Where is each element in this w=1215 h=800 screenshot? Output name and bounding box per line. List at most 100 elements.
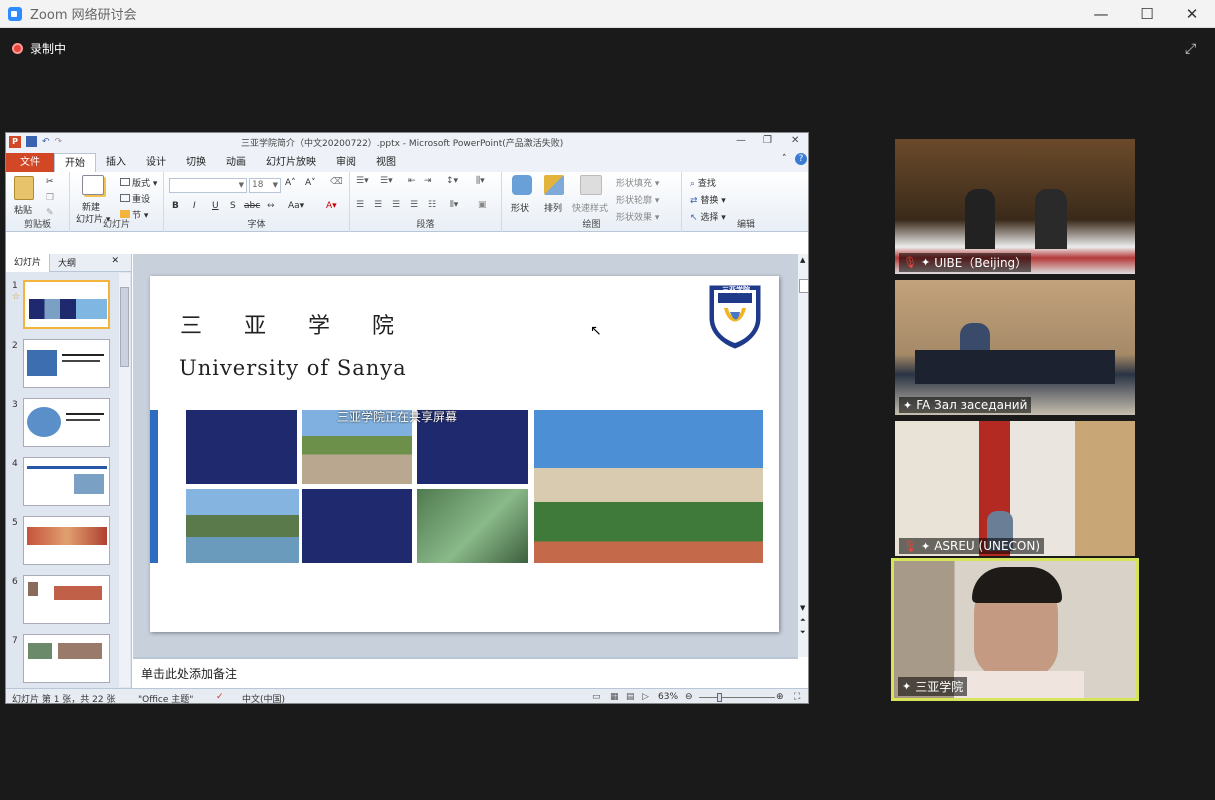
tab-file[interactable]: 文件	[6, 153, 54, 172]
ppt-minimize-button[interactable]: —	[736, 135, 746, 146]
help-icon[interactable]: ?	[795, 153, 807, 165]
align-center-icon[interactable]: ☰	[374, 200, 382, 210]
shadow-button[interactable]: S	[230, 201, 236, 211]
shrink-font-button[interactable]: A˅	[305, 178, 316, 188]
participant-video[interactable]: 🎙 ✦ UIBE（Beijing）	[895, 139, 1135, 274]
recording-indicator[interactable]: 录制中	[12, 40, 66, 57]
language-indicator[interactable]: 中文(中国)	[242, 692, 285, 703]
fit-window-icon[interactable]: ⛶	[794, 692, 800, 702]
save-icon[interactable]	[26, 136, 37, 147]
bold-button[interactable]: B	[172, 201, 179, 211]
arrange-button[interactable]: 排列	[544, 201, 562, 214]
redo-icon[interactable]: ↷	[55, 137, 63, 147]
scroll-thumb[interactable]	[799, 279, 808, 293]
slideshow-view-icon[interactable]: ▷	[642, 692, 649, 702]
sorter-view-icon[interactable]: ▦	[610, 692, 619, 702]
undo-icon[interactable]: ↶	[42, 137, 50, 147]
next-slide-icon[interactable]: ⏷	[800, 628, 806, 637]
collapse-ribbon-icon[interactable]: ˄	[782, 154, 787, 164]
align-left-icon[interactable]: ☰	[356, 200, 364, 210]
arrange-icon[interactable]	[544, 175, 564, 195]
smartart-icon[interactable]: ▣	[478, 200, 487, 210]
ppt-restore-button[interactable]: ❐	[763, 135, 772, 146]
reading-view-icon[interactable]: ▤	[626, 692, 635, 702]
close-pane-icon[interactable]: ✕	[103, 256, 127, 266]
zoom-in-icon[interactable]: ⊕	[776, 692, 784, 702]
bullets-icon[interactable]: ☰▾	[356, 176, 369, 186]
ppt-close-button[interactable]: ✕	[791, 135, 799, 146]
participant-video[interactable]: ✦ FA Зал заседаний	[895, 280, 1135, 415]
change-case-button[interactable]: Aa▾	[288, 201, 304, 211]
decrease-indent-icon[interactable]: ⇤	[408, 176, 416, 186]
columns-icon[interactable]: ⫴▾	[450, 200, 458, 210]
tab-slideshow[interactable]: 幻灯片放映	[256, 153, 326, 172]
tab-animations[interactable]: 动画	[216, 153, 256, 172]
slide-thumbnail[interactable]	[23, 339, 110, 388]
slide-thumbnail[interactable]	[23, 634, 110, 683]
slide-thumbnail[interactable]	[23, 516, 110, 565]
layout-button[interactable]: 版式 ▾	[120, 176, 157, 189]
increase-indent-icon[interactable]: ⇥	[424, 176, 432, 186]
font-color-button[interactable]: A▾	[326, 201, 337, 211]
copy-icon[interactable]: ❐	[46, 193, 54, 203]
shape-fill-button[interactable]: 形状填充 ▾	[616, 176, 659, 189]
shape-icon[interactable]	[512, 175, 532, 195]
current-slide[interactable]: 三亚学院 University of Sanya 三亚学院 三亚学院正在共享屏幕	[150, 276, 779, 632]
cut-icon[interactable]: ✂	[46, 177, 54, 187]
reset-button[interactable]: 重设	[120, 192, 150, 205]
zoom-out-icon[interactable]: ⊖	[685, 692, 693, 702]
justify-icon[interactable]: ☰	[410, 200, 418, 210]
zoom-slider[interactable]	[699, 697, 775, 698]
zoom-level[interactable]: 63%	[658, 692, 678, 702]
font-size-select[interactable]: 18 ▼	[249, 178, 281, 193]
prev-slide-icon[interactable]: ⏶	[800, 616, 806, 625]
tab-view[interactable]: 视图	[366, 153, 406, 172]
spellcheck-icon[interactable]: ✓	[216, 692, 224, 702]
new-slide-icon[interactable]	[82, 175, 104, 195]
paste-button[interactable]: 粘贴	[14, 203, 32, 216]
distribute-icon[interactable]: ☷	[428, 200, 436, 210]
char-spacing-icon[interactable]: ↔	[267, 201, 275, 211]
close-button[interactable]: ✕	[1169, 0, 1215, 28]
participant-video[interactable]: 🎙 ✦ ASREU (UNECON)	[895, 421, 1135, 556]
font-name-select[interactable]: ▼	[169, 178, 247, 193]
tab-review[interactable]: 审阅	[326, 153, 366, 172]
tab-transitions[interactable]: 切换	[176, 153, 216, 172]
tab-home[interactable]: 开始	[54, 153, 96, 172]
slide-thumbnail[interactable]	[23, 575, 110, 624]
strikethrough-button[interactable]: abc	[244, 201, 260, 211]
replace-button[interactable]: ⇄ 替换 ▾	[690, 193, 726, 206]
tab-insert[interactable]: 插入	[96, 153, 136, 172]
quick-style-button[interactable]: 快速样式	[572, 201, 608, 214]
active-speaker-video[interactable]: ✦ 三亚学院	[891, 558, 1139, 701]
clear-format-icon[interactable]: ⌫	[330, 177, 343, 187]
quick-style-icon[interactable]	[580, 175, 602, 195]
maximize-button[interactable]: ☐	[1124, 0, 1170, 28]
tab-design[interactable]: 设计	[136, 153, 176, 172]
shape-outline-button[interactable]: 形状轮廓 ▾	[616, 193, 659, 206]
underline-button[interactable]: U	[212, 201, 219, 211]
align-right-icon[interactable]: ☰	[392, 200, 400, 210]
find-button[interactable]: ⌕ 查找	[690, 176, 716, 189]
grow-font-button[interactable]: A˄	[285, 178, 296, 188]
shape-button[interactable]: 形状	[511, 201, 529, 214]
scroll-up-icon[interactable]: ▲	[800, 256, 805, 264]
minimize-button[interactable]: —	[1078, 0, 1124, 28]
line-spacing-icon[interactable]: ↕▾	[446, 176, 458, 186]
scroll-down-icon[interactable]: ▼	[800, 604, 805, 612]
slide-thumbnail[interactable]	[23, 398, 110, 447]
fullscreen-icon[interactable]: ⤢	[1185, 41, 1201, 57]
italic-button[interactable]: I	[193, 201, 196, 211]
slide-scrollbar[interactable]: ▲ ▼ ⏶ ⏷	[798, 254, 808, 657]
normal-view-icon[interactable]: ▭	[592, 692, 601, 702]
notes-pane[interactable]: 单击此处添加备注	[133, 657, 798, 688]
slide-thumbnail[interactable]	[23, 280, 110, 329]
slide-thumbnail[interactable]	[23, 457, 110, 506]
paste-icon[interactable]	[14, 176, 34, 200]
text-direction-icon[interactable]: ⫼▾	[476, 176, 485, 186]
numbering-icon[interactable]: ☰▾	[380, 176, 393, 186]
zoom-slider-handle[interactable]	[717, 693, 722, 702]
tab-outline-pane[interactable]: 大纲	[50, 256, 84, 269]
thumbnail-scrollbar[interactable]	[119, 273, 130, 687]
tab-slides-pane[interactable]: 幻灯片	[6, 253, 51, 272]
